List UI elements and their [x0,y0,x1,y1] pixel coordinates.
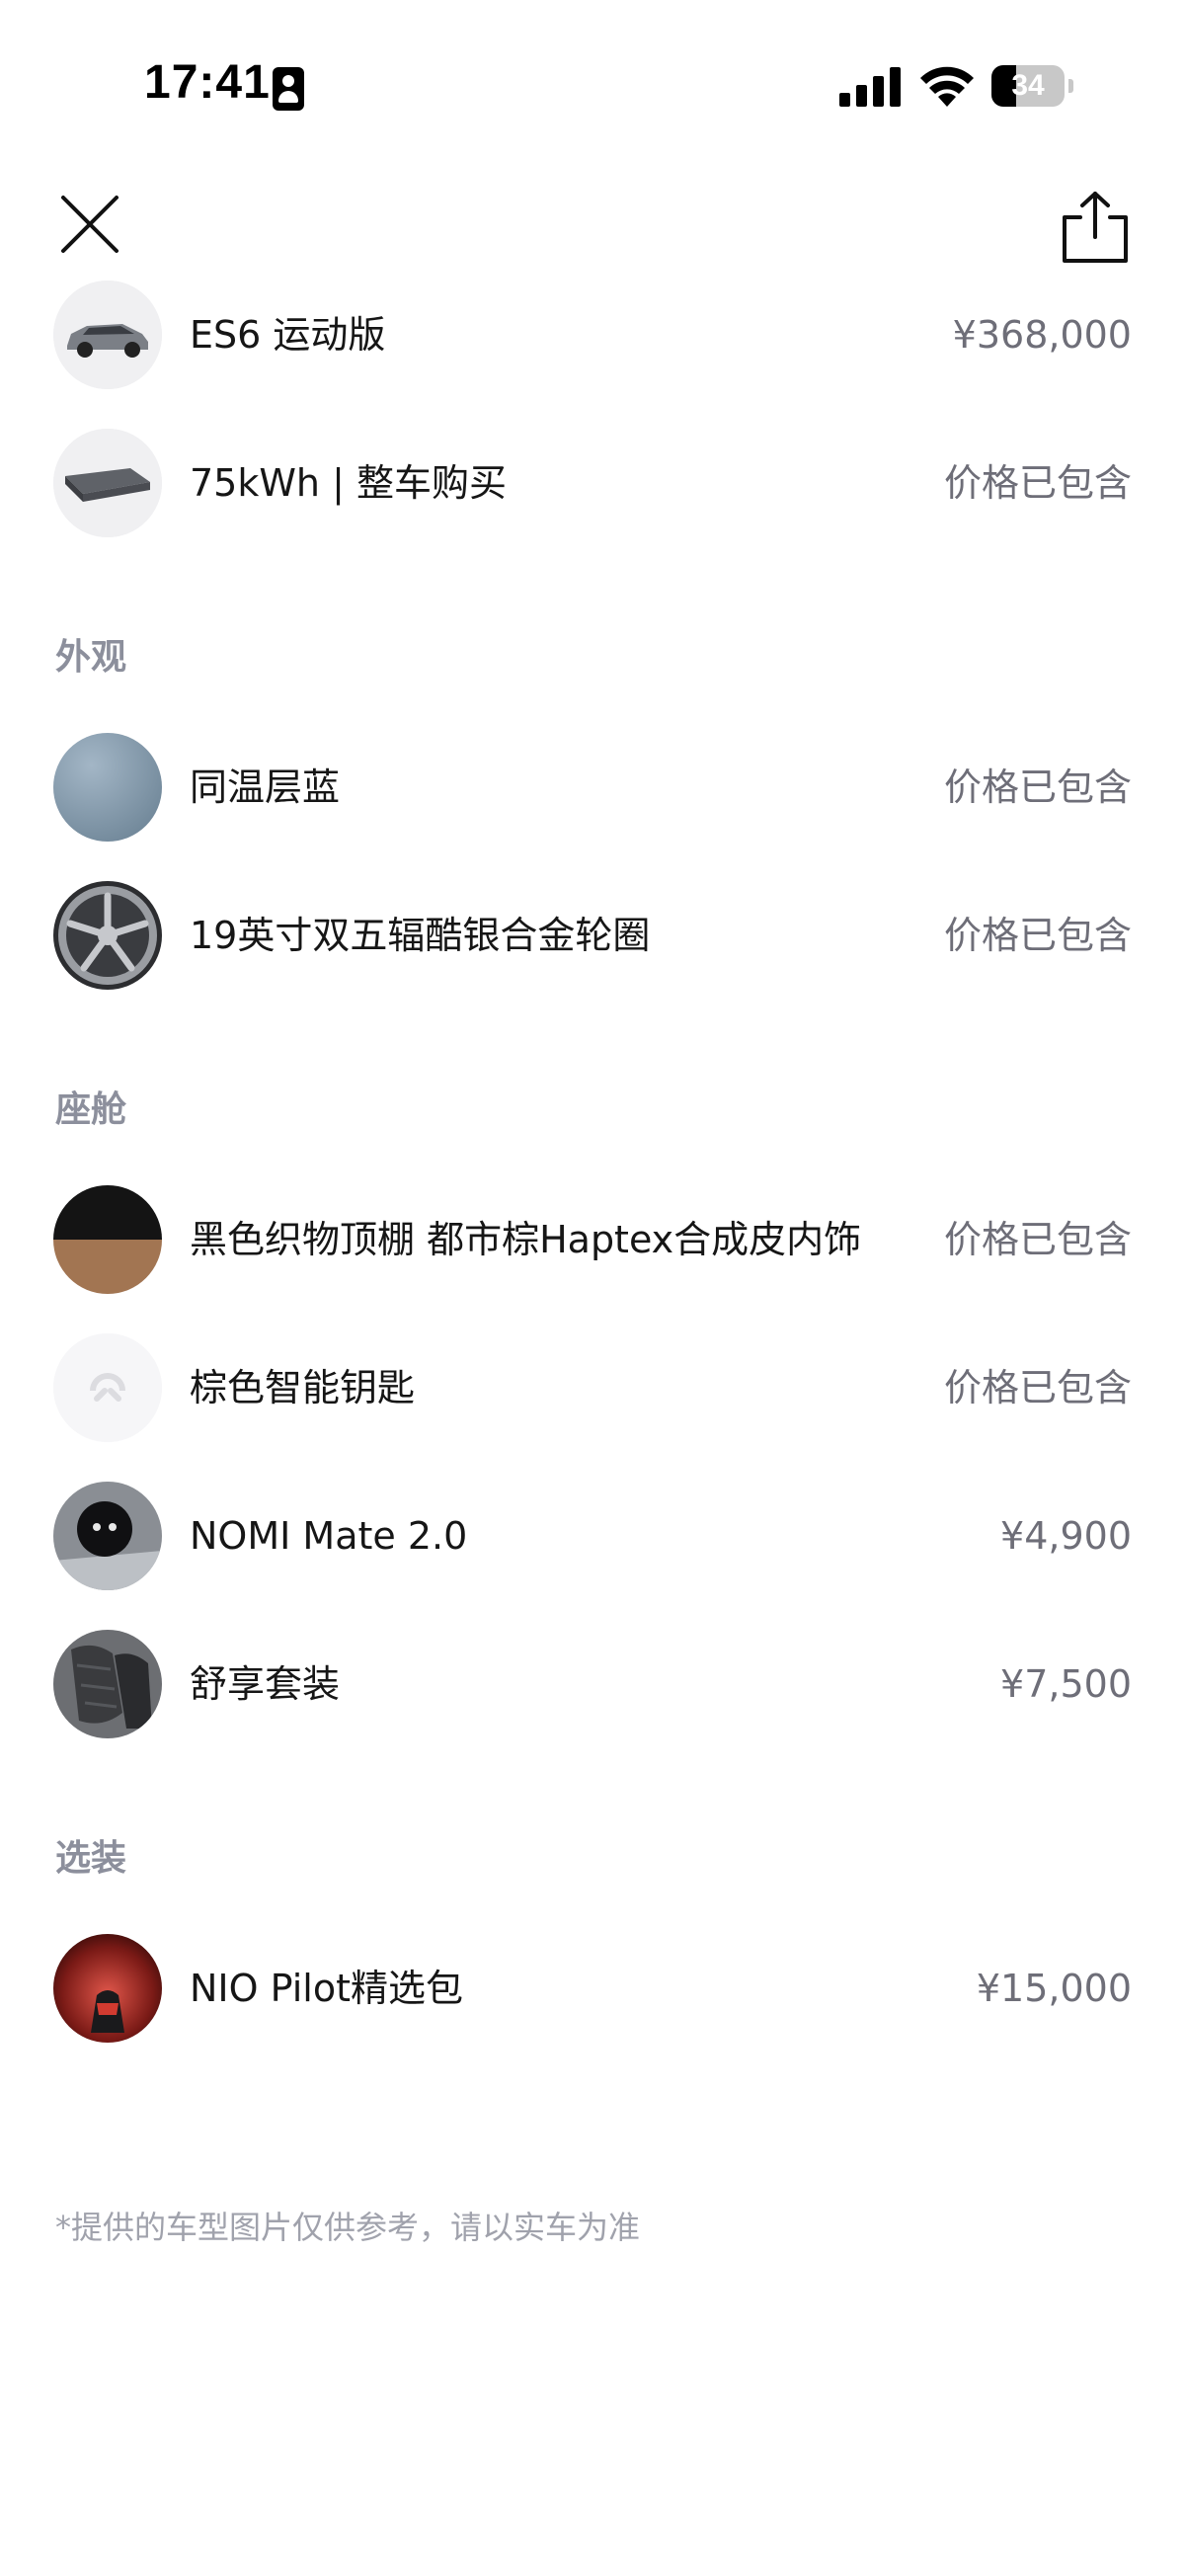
paint-swatch [53,733,162,842]
close-button[interactable] [55,190,124,259]
item-label: 19英寸双五辐酷银合金轮圈 [190,914,651,957]
item-price: ¥368,000 [952,313,1132,357]
wifi-icon [920,66,974,107]
cellular-signal-icon [839,67,901,107]
interior-swatch [53,1185,162,1294]
paint-swatch-icon [53,733,162,842]
item-label: NOMI Mate 2.0 [190,1514,468,1558]
nio-pilot-icon [53,1934,162,2043]
nomi-thumbnail [53,1482,162,1590]
item-label: 75kWh | 整车购买 [190,461,507,505]
item-price: 价格已包含 [943,914,1132,957]
list-item-interior[interactable]: 黑色织物顶棚 都市棕Haptex合成皮内饰 价格已包含 [0,1166,1185,1314]
battery-pack-thumbnail [53,429,162,537]
interior-swatch-icon [53,1185,162,1294]
close-icon [61,196,118,253]
item-label: 舒享套装 [190,1662,341,1706]
item-price: 价格已包含 [943,1366,1132,1409]
battery-pack-icon [53,429,162,537]
list-item-comfort-package[interactable]: 舒享套装 ¥7,500 [0,1610,1185,1758]
list-item-paint-color[interactable]: 同温层蓝 价格已包含 [0,713,1185,861]
wheel-icon [53,881,162,990]
list-item-battery[interactable]: 75kWh | 整车购买 价格已包含 [0,409,1185,557]
nio-pilot-thumbnail [53,1934,162,2043]
list-item-nio-pilot[interactable]: NIO Pilot精选包 ¥15,000 [0,1914,1185,2062]
item-price: ¥15,000 [976,1967,1132,2010]
nomi-robot-icon [53,1482,162,1590]
item-label: 棕色智能钥匙 [190,1366,416,1409]
item-price: 价格已包含 [943,1218,1132,1261]
seat-thumbnail [53,1630,162,1738]
item-price: 价格已包含 [943,765,1132,809]
list-item-nomi-mate[interactable]: NOMI Mate 2.0 ¥4,900 [0,1462,1185,1610]
section-title-cabin: 座舱 [55,1089,127,1130]
item-label: 同温层蓝 [190,765,341,809]
share-icon [1063,192,1128,263]
list-item-wheels[interactable]: 19英寸双五辐酷银合金轮圈 价格已包含 [0,861,1185,1009]
share-button[interactable] [1055,188,1136,269]
item-price: ¥4,900 [1000,1514,1132,1558]
item-price: 价格已包含 [943,461,1132,505]
seat-icon [53,1630,162,1738]
wheel-thumbnail [53,881,162,990]
focus-mode-icon [273,67,304,111]
car-thumbnail [53,281,162,389]
item-label: NIO Pilot精选包 [190,1967,463,2010]
smart-key-thumbnail [53,1333,162,1442]
section-title-exterior: 外观 [55,637,127,678]
item-label: ES6 运动版 [190,313,386,357]
nio-logo-icon [53,1333,162,1442]
list-item-smart-key[interactable]: 棕色智能钥匙 价格已包含 [0,1314,1185,1462]
list-item-vehicle-model[interactable]: ES6 运动版 ¥368,000 [0,261,1185,409]
item-label: 黑色织物顶棚 都市棕Haptex合成皮内饰 [190,1218,862,1261]
battery-icon: 34 [991,65,1073,107]
disclaimer-text: *提供的车型图片仅供参考，请以实车为准 [55,2209,641,2246]
item-price: ¥7,500 [1000,1662,1132,1706]
car-icon [53,281,162,389]
section-title-options: 选装 [55,1838,127,1879]
battery-level-text: 34 [1011,69,1045,102]
status-bar: 17:41 34 [0,0,1185,168]
status-time: 17:41 [144,56,271,109]
